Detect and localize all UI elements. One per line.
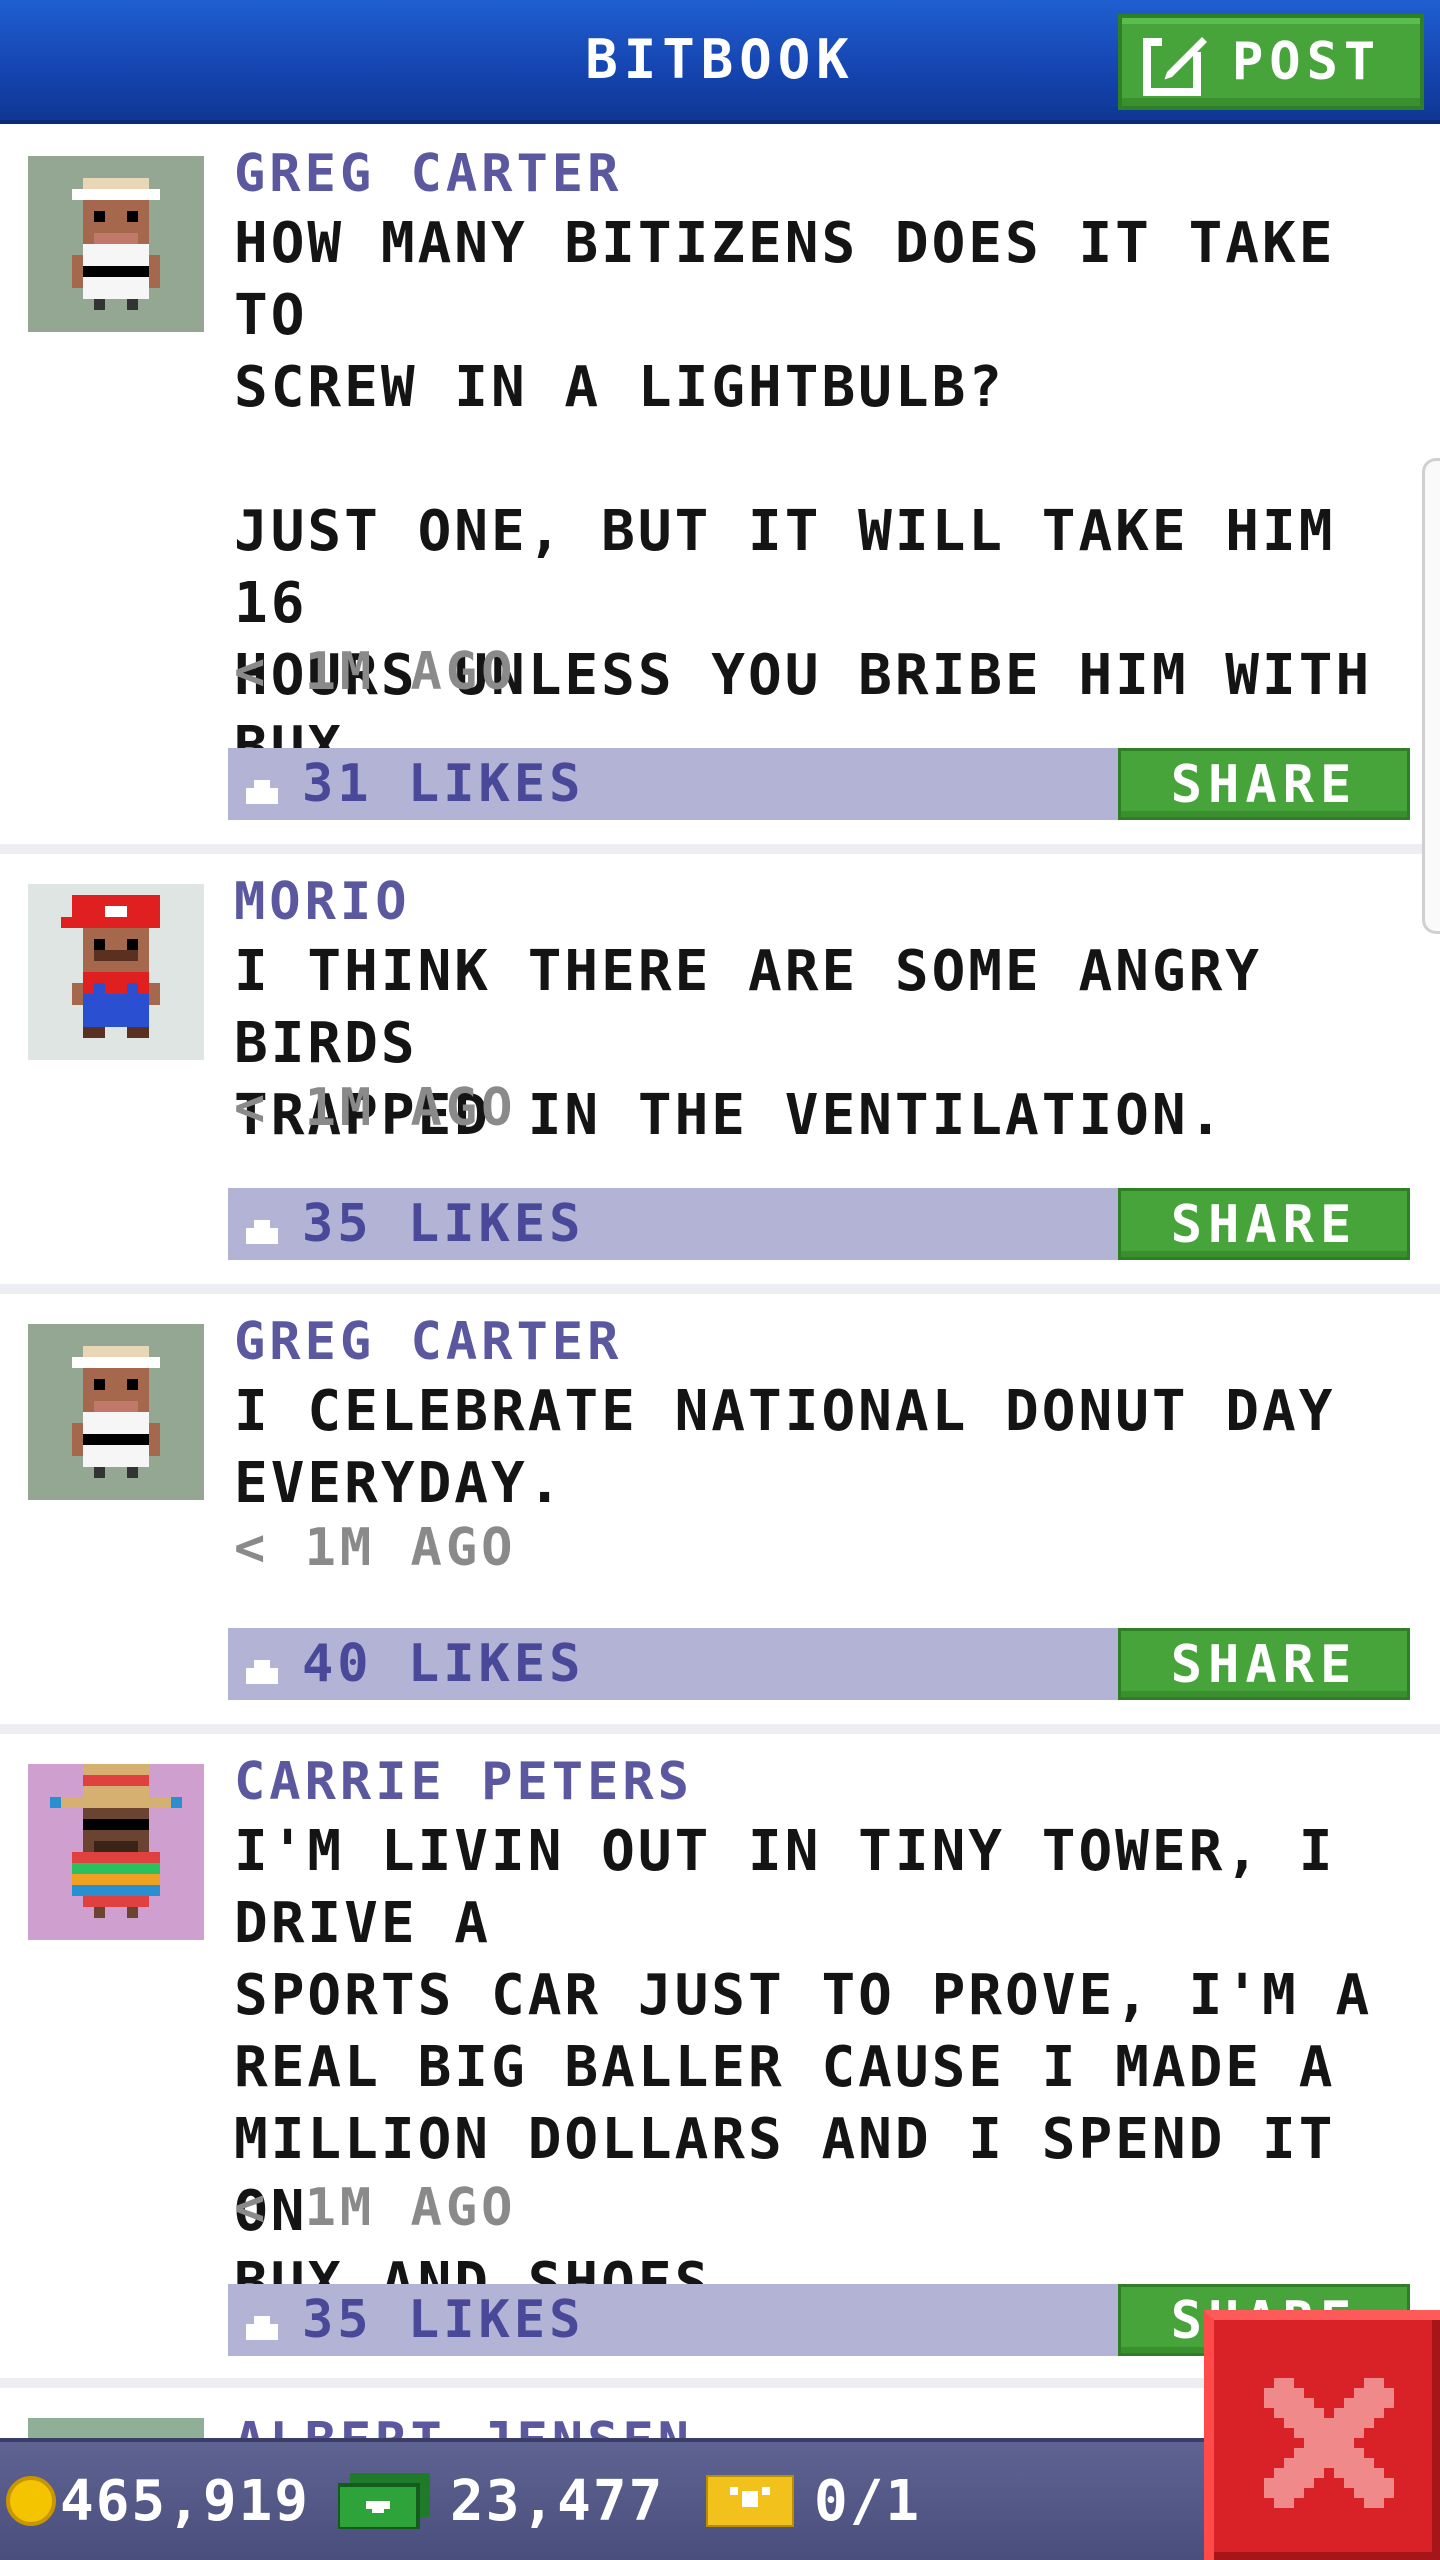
scrollbar[interactable] xyxy=(1422,458,1440,934)
likes-count[interactable]: 35 LIKES xyxy=(302,2284,584,2356)
post-time: < 1M AGO xyxy=(234,1518,517,1578)
post-body: I'M LIVIN OUT IN TINY TOWER, I DRIVE A S… xyxy=(234,1819,1373,2316)
post-time: < 1M AGO xyxy=(234,642,517,702)
likes-bar: 35 LIKES SHARE xyxy=(228,1188,1410,1260)
post-author[interactable]: GREG CARTER xyxy=(234,144,622,204)
karate-bitizen-avatar xyxy=(28,1324,204,1500)
post-divider xyxy=(0,1284,1440,1294)
post-author[interactable]: GREG CARTER xyxy=(234,1312,622,1372)
feed-post: MORIO I THINK THERE ARE SOME ANGRY BIRDS… xyxy=(0,856,1440,1286)
tickets-value: 0/1 xyxy=(814,2468,922,2534)
coins-stat: 465,919 xyxy=(6,2442,310,2560)
close-button[interactable] xyxy=(1204,2310,1440,2560)
likes-count[interactable]: 40 LIKES xyxy=(302,1628,584,1700)
header-bar: BITBOOK POST xyxy=(0,0,1440,124)
sombrero-bitizen-avatar xyxy=(28,1764,204,1940)
coins-value: 465,919 xyxy=(60,2468,311,2534)
bux-value: 23,477 xyxy=(450,2468,665,2534)
like-icon[interactable] xyxy=(242,2284,282,2356)
news-feed[interactable]: GREG CARTER HOW MANY BITIZENS DOES IT TA… xyxy=(0,128,1440,2438)
bitbook-screen: BITBOOK POST GREG CARTER HOW MANY BITIZE… xyxy=(0,0,1440,2560)
post-button-label: POST xyxy=(1232,32,1382,92)
post-time: < 1M AGO xyxy=(234,1078,517,1138)
likes-bar: 40 LIKES SHARE xyxy=(228,1628,1410,1700)
post-author[interactable]: MORIO xyxy=(234,872,411,932)
coin-icon xyxy=(6,2476,56,2526)
post-body: I CELEBRATE NATIONAL DONUT DAY EVERYDAY. xyxy=(234,1379,1336,1516)
plumber-bitizen-avatar xyxy=(28,884,204,1060)
karate-bitizen-avatar xyxy=(28,156,204,332)
feed-post: GREG CARTER I CELEBRATE NATIONAL DONUT D… xyxy=(0,1296,1440,1726)
partial-post-avatar xyxy=(28,2418,204,2438)
compose-icon xyxy=(1143,37,1207,96)
share-button[interactable]: SHARE xyxy=(1118,748,1410,820)
post-time: < 1M AGO xyxy=(234,2178,517,2238)
post-author[interactable]: CARRIE PETERS xyxy=(234,1752,693,1812)
post-divider xyxy=(0,844,1440,854)
tickets-stat: 0/1 xyxy=(706,2442,921,2560)
share-button[interactable]: SHARE xyxy=(1118,1628,1410,1700)
bux-icon xyxy=(338,2473,430,2529)
feed-post: CARRIE PETERS I'M LIVIN OUT IN TINY TOWE… xyxy=(0,1736,1440,2396)
like-icon[interactable] xyxy=(242,748,282,820)
bux-stat[interactable]: 23,477 xyxy=(338,2442,664,2560)
post-button[interactable]: POST xyxy=(1118,14,1424,110)
post-author[interactable]: ALBERT JENSEN xyxy=(234,2412,693,2438)
post-divider xyxy=(0,1724,1440,1734)
likes-count[interactable]: 35 LIKES xyxy=(302,1188,584,1260)
likes-bar: 31 LIKES SHARE xyxy=(228,748,1410,820)
likes-count[interactable]: 31 LIKES xyxy=(302,748,584,820)
ticket-icon xyxy=(706,2475,794,2527)
feed-post: GREG CARTER HOW MANY BITIZENS DOES IT TA… xyxy=(0,128,1440,850)
share-button[interactable]: SHARE xyxy=(1118,1188,1410,1260)
like-icon[interactable] xyxy=(242,1188,282,1260)
like-icon[interactable] xyxy=(242,1628,282,1700)
close-icon xyxy=(1264,2378,1394,2508)
